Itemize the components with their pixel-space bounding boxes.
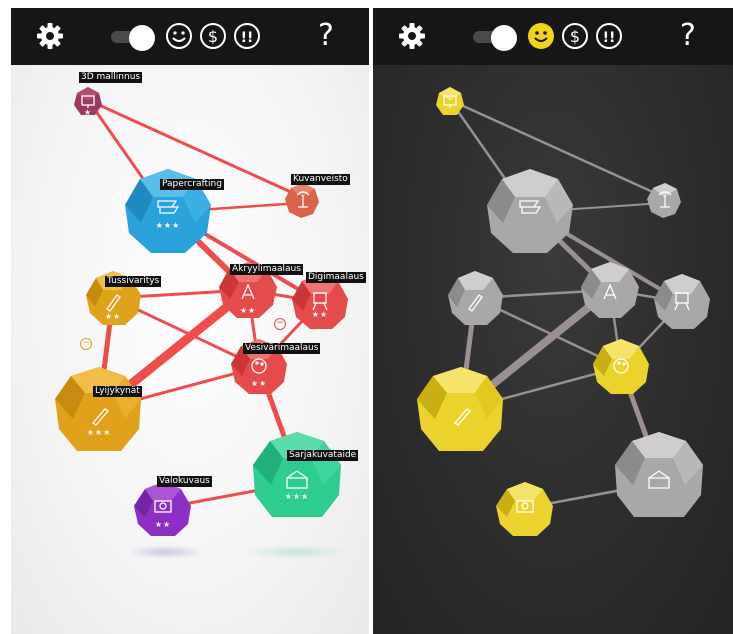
node-stars: ★★ bbox=[239, 306, 257, 315]
top-toolbar: $ !! ? bbox=[11, 8, 369, 65]
node-stars: ★★★ bbox=[155, 221, 181, 230]
node-label: Sarjakuvataide bbox=[287, 450, 359, 461]
dollar-icon[interactable]: $ bbox=[561, 22, 589, 50]
node-lyijykynat[interactable] bbox=[417, 367, 503, 451]
smiley-icon[interactable] bbox=[165, 22, 193, 50]
node-papercrafting[interactable] bbox=[487, 169, 573, 253]
node-label: Digimaalaus bbox=[306, 272, 366, 283]
graph-nodes bbox=[417, 87, 710, 536]
node-stars: ★★ bbox=[154, 520, 172, 529]
skill-graph bbox=[417, 87, 710, 536]
node-digimaalaus[interactable] bbox=[654, 274, 710, 329]
node-stars: ★★ bbox=[250, 379, 268, 388]
help-button[interactable]: ? bbox=[680, 21, 696, 51]
gear-icon[interactable] bbox=[397, 21, 427, 51]
node-stars: ★★ bbox=[104, 312, 122, 321]
help-button[interactable]: ? bbox=[318, 21, 334, 51]
graph-nodes bbox=[55, 87, 348, 536]
node-sarjakuvataide[interactable] bbox=[615, 432, 703, 517]
right-panel: $ !! ? bbox=[373, 8, 733, 634]
gear-icon[interactable] bbox=[35, 21, 65, 51]
skill-graph-canvas bbox=[373, 65, 733, 634]
svg-text:!!: !! bbox=[603, 30, 616, 46]
node-stars: ★★★ bbox=[86, 428, 112, 437]
node-sarjakuvataide[interactable] bbox=[253, 432, 341, 517]
node-label: Kuvanveisto bbox=[291, 174, 350, 185]
node-stars: ★★★ bbox=[284, 492, 310, 501]
node-tussivaritys[interactable] bbox=[448, 271, 503, 325]
svg-text:!!: !! bbox=[241, 30, 254, 46]
toggle-knob bbox=[129, 25, 155, 51]
node-lyijykynat[interactable] bbox=[55, 367, 141, 451]
top-toolbar: $ !! ? bbox=[373, 8, 733, 65]
node-3d-mallinnus[interactable] bbox=[436, 87, 464, 115]
mode-toggle[interactable] bbox=[473, 25, 519, 51]
collapse-button[interactable]: − bbox=[80, 338, 92, 350]
svg-text:$: $ bbox=[570, 27, 580, 46]
collapse-button[interactable]: − bbox=[274, 318, 286, 330]
node-label: Lyijykynät bbox=[93, 386, 142, 397]
left-panel: $ !! ? 3D mallinnus ★ Papercrafting ★★★ … bbox=[11, 8, 369, 634]
node-kuvanveisto[interactable] bbox=[285, 183, 319, 218]
node-label: Tussivaritys bbox=[105, 276, 162, 287]
node-stars: ★ bbox=[83, 108, 93, 117]
exclamation-icon[interactable]: !! bbox=[233, 22, 261, 50]
node-label: 3D mallinnus bbox=[79, 72, 143, 83]
node-label: Valokuvaus bbox=[157, 476, 212, 487]
node-label: Akryylimaalaus bbox=[230, 264, 303, 275]
node-kuvanveisto[interactable] bbox=[647, 183, 681, 218]
smiley-icon[interactable] bbox=[527, 22, 555, 50]
node-stars: ★★ bbox=[311, 310, 329, 319]
svg-text:$: $ bbox=[208, 27, 218, 46]
exclamation-icon[interactable]: !! bbox=[595, 22, 623, 50]
toggle-knob bbox=[491, 25, 517, 51]
node-label: Papercrafting bbox=[160, 179, 224, 190]
skill-graph-canvas: 3D mallinnus ★ Papercrafting ★★★ Kuvanve… bbox=[11, 65, 369, 634]
dollar-icon[interactable]: $ bbox=[199, 22, 227, 50]
node-label: Vesivärimaalaus bbox=[243, 343, 321, 354]
mode-toggle[interactable] bbox=[111, 25, 157, 51]
